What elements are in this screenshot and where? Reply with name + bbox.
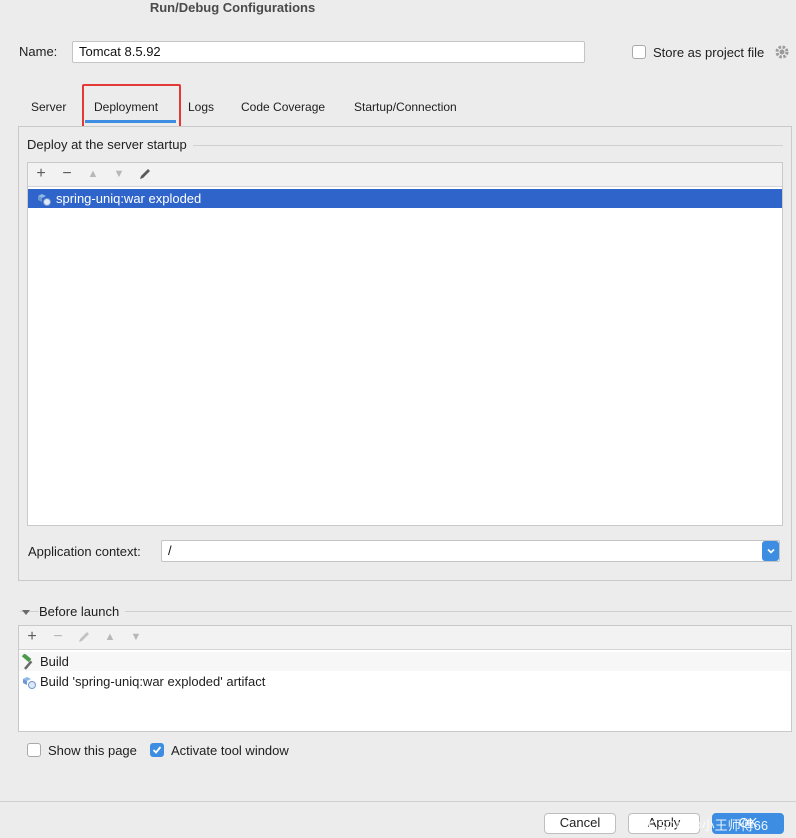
check-icon	[152, 746, 162, 754]
cancel-button[interactable]: Cancel	[544, 813, 616, 834]
before-launch-remove-button[interactable]: −	[50, 629, 66, 645]
pencil-icon	[140, 169, 150, 179]
before-launch-title: Before launch	[39, 604, 126, 620]
before-launch-move-up-button[interactable]: ▲	[102, 629, 118, 645]
store-as-project-checkbox[interactable]	[632, 45, 646, 59]
deploy-move-down-button[interactable]: ▼	[111, 166, 127, 182]
deploy-move-up-button[interactable]: ▲	[85, 166, 101, 182]
name-label: Name:	[19, 44, 58, 59]
before-launch-item-label: Build	[40, 653, 69, 669]
artifact-icon	[38, 193, 51, 206]
footer-divider	[0, 801, 796, 802]
hammer-icon	[21, 653, 33, 670]
arrow-down-icon: ▼	[113, 168, 125, 180]
before-launch-edit-button[interactable]	[76, 629, 92, 645]
tab-server[interactable]: Server	[31, 99, 66, 115]
app-context-dropdown-button[interactable]	[762, 541, 779, 561]
store-as-project-label: Store as project file	[653, 45, 765, 60]
show-this-page-checkbox[interactable]	[27, 743, 41, 757]
plus-icon: +	[36, 165, 46, 182]
artifact-icon	[23, 676, 36, 689]
gear-icon[interactable]	[774, 44, 790, 60]
arrow-down-icon: ▼	[130, 631, 142, 643]
arrow-up-icon: ▲	[87, 168, 99, 180]
before-launch-add-button[interactable]: +	[24, 629, 40, 645]
before-launch-item-artifact[interactable]: Build 'spring-uniq:war exploded' artifac…	[19, 672, 791, 691]
window-title: Run/Debug Configurations	[149, 0, 316, 15]
show-this-page-label: Show this page	[48, 743, 137, 758]
tab-code-coverage[interactable]: Code Coverage	[241, 99, 325, 115]
tab-logs[interactable]: Logs	[188, 99, 214, 115]
collapse-triangle-icon[interactable]	[21, 606, 31, 616]
before-launch-item-label: Build 'spring-uniq:war exploded' artifac…	[40, 673, 266, 689]
deploy-edit-button[interactable]	[137, 166, 153, 182]
before-launch-divider	[20, 611, 792, 612]
arrow-up-icon: ▲	[104, 631, 116, 643]
app-context-field[interactable]: /	[161, 540, 780, 562]
tab-startup-connection[interactable]: Startup/Connection	[354, 99, 457, 115]
activate-tool-window-label: Activate tool window	[171, 743, 289, 758]
deploy-list-item[interactable]: spring-uniq:war exploded	[28, 189, 782, 208]
watermark: CSDN @小王师傅66	[648, 818, 769, 833]
chevron-down-icon	[766, 548, 775, 554]
before-launch-move-down-button[interactable]: ▼	[128, 629, 144, 645]
name-field[interactable]: Tomcat 8.5.92	[72, 41, 585, 63]
activate-tool-window-checkbox[interactable]	[150, 743, 164, 757]
minus-icon: −	[53, 628, 63, 645]
deploy-add-button[interactable]: +	[33, 166, 49, 182]
app-context-label: Application context:	[28, 544, 141, 559]
deploy-section-title: Deploy at the server startup	[27, 137, 193, 153]
before-launch-item-build[interactable]: Build	[19, 652, 791, 671]
deploy-list[interactable]	[27, 162, 783, 526]
pencil-icon	[79, 632, 89, 642]
deploy-remove-button[interactable]: −	[59, 166, 75, 182]
deploy-item-label: spring-uniq:war exploded	[56, 190, 202, 206]
highlight-box	[82, 84, 181, 131]
minus-icon: −	[62, 165, 72, 182]
plus-icon: +	[27, 628, 37, 645]
